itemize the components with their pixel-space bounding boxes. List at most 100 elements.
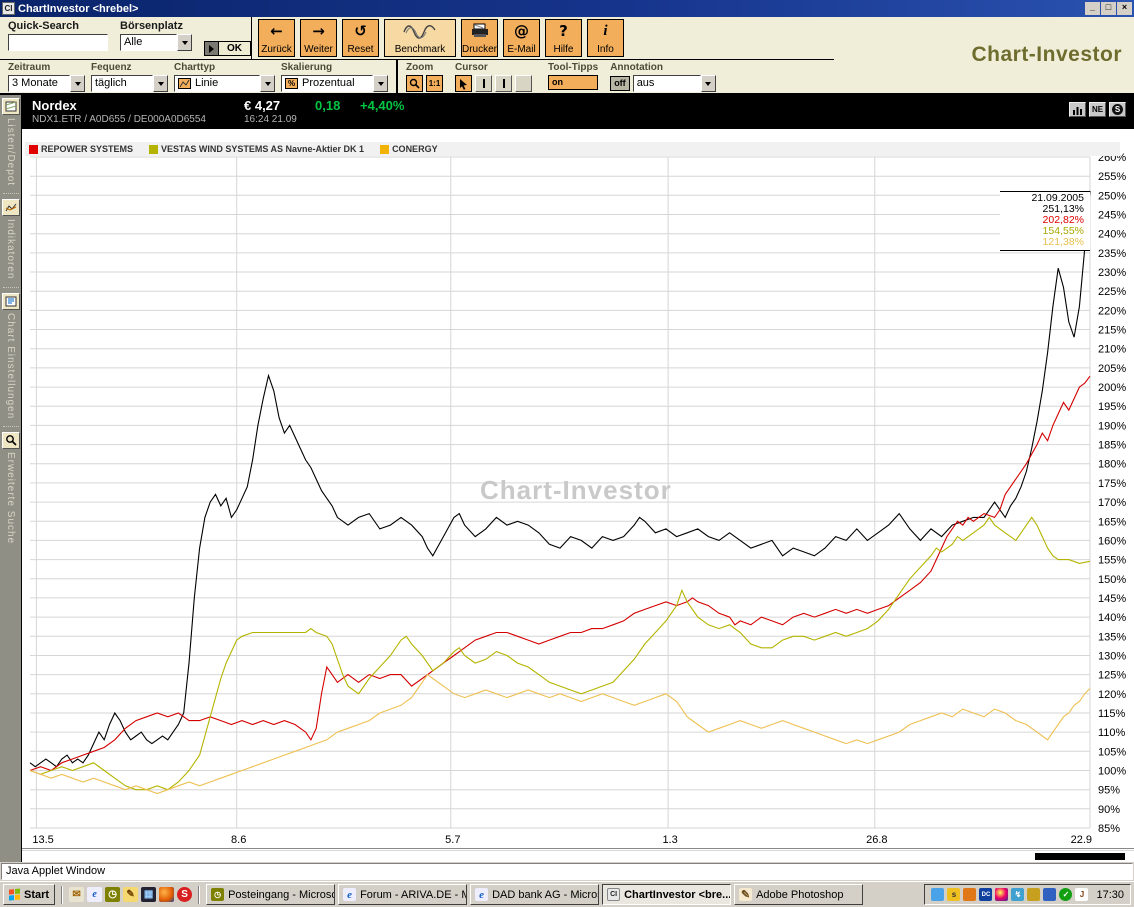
start-button[interactable]: Start <box>3 884 56 905</box>
outlook-icon[interactable]: ✉ <box>69 887 85 902</box>
svg-text:150%: 150% <box>1098 574 1126 586</box>
benchmark-button[interactable]: Benchmark <box>384 19 456 57</box>
sidebar-item-listen-depot[interactable]: Listen/Depot <box>1 98 20 190</box>
sync-icon[interactable]: ↯ <box>1011 888 1025 901</box>
play-icon[interactable] <box>204 41 219 56</box>
sidebar-item-chart-einstellungen[interactable]: Chart Einstellungen <box>1 292 20 423</box>
chevron-down-icon[interactable] <box>177 34 192 51</box>
messenger-icon[interactable]: S <box>177 887 193 902</box>
legend-swatch-orange <box>380 144 390 154</box>
bar-chart-icon[interactable] <box>1069 102 1086 117</box>
skalierung-select[interactable]: % Prozentual <box>281 75 388 92</box>
hand-icon[interactable] <box>963 888 977 901</box>
benchmark-icon <box>403 22 437 40</box>
cursor-blank-icon[interactable] <box>515 75 532 92</box>
java-icon[interactable]: J <box>1075 888 1089 901</box>
svg-text:250%: 250% <box>1098 190 1126 202</box>
chart-hscrollbar[interactable] <box>22 848 1134 862</box>
portfolio-icon[interactable] <box>1 98 20 115</box>
crosshair-v-icon[interactable] <box>475 75 492 92</box>
close-button[interactable]: × <box>1117 2 1132 15</box>
legend-item-vestas: VESTAS WIND SYSTEMS AS Navne-Aktier DK 1 <box>149 144 364 154</box>
orb-icon[interactable] <box>995 888 1009 901</box>
zoom-1-1-button[interactable]: 1:1 <box>426 75 443 92</box>
calculator-icon[interactable]: ▦ <box>141 887 157 902</box>
news-icon[interactable]: NE <box>1089 102 1106 117</box>
hilfe-button[interactable]: ? Hilfe <box>545 19 582 57</box>
legend-item-conergy: CONERGY <box>380 144 438 154</box>
lock-icon[interactable] <box>1027 888 1041 901</box>
taskbar-task-posteingang[interactable]: ◷ Posteingang - Microsoft ... <box>206 884 336 905</box>
svg-text:155%: 155% <box>1098 555 1126 567</box>
watermark: Chart-Investor <box>480 475 672 505</box>
svg-text:22.9: 22.9 <box>1071 834 1092 846</box>
sidebar-item-erweiterte-suche[interactable]: Erweiterte Suche <box>1 431 20 548</box>
chevron-down-icon[interactable] <box>153 75 168 92</box>
boersenplatz-select[interactable]: Alle <box>120 34 192 51</box>
lightning-icon[interactable]: s <box>947 888 961 901</box>
chevron-down-icon[interactable] <box>373 75 388 92</box>
svg-text:205%: 205% <box>1098 363 1126 375</box>
sidebar-item-indikatoren[interactable]: Indikatoren <box>1 199 20 283</box>
svg-text:170%: 170% <box>1098 497 1126 509</box>
divider <box>198 885 201 904</box>
crosshair-v2-icon[interactable] <box>495 75 512 92</box>
reset-button[interactable]: ↺ Reset <box>342 19 379 57</box>
ie-icon[interactable]: e <box>87 887 103 902</box>
annotation-toggle[interactable]: off <box>610 76 630 91</box>
chevron-down-icon[interactable] <box>700 75 716 92</box>
tooltip-value-conergy: 121,38% <box>1042 236 1084 248</box>
chart-settings-icon[interactable] <box>1 292 20 310</box>
charttyp-select[interactable]: Linie <box>174 75 275 92</box>
zurueck-button[interactable]: ← Zurück <box>258 19 295 57</box>
taskbar-task-photoshop[interactable]: ✎ Adobe Photoshop <box>734 884 864 905</box>
weiter-button[interactable]: → Weiter <box>300 19 337 57</box>
zeitraum-select[interactable]: 3 Monate <box>8 75 85 92</box>
tooltipps-label: Tool-Tipps <box>548 62 599 73</box>
msn-icon[interactable] <box>931 888 945 901</box>
schedule-icon[interactable]: ◷ <box>105 887 121 902</box>
email-button[interactable]: @ E-Mail <box>503 19 540 57</box>
frequenz-select[interactable]: täglich <box>91 75 168 92</box>
minimize-button[interactable]: _ <box>1085 2 1100 15</box>
chart-panel[interactable]: 85% 90% 95% 100% 105% 110% 115% 120% 125% 130% 135… <box>22 129 1134 862</box>
divider <box>2 425 19 427</box>
magnifier-icon[interactable] <box>406 75 423 92</box>
quick-search-input[interactable] <box>8 34 108 51</box>
taskbar-task-chartinvestor[interactable]: CI ChartInvestor <bre... <box>602 884 732 905</box>
taskbar: Start ✉ e ◷ ✎ ▦ S ◷ Posteingang - Micros… <box>0 881 1134 907</box>
info-button[interactable]: i Info <box>587 19 624 57</box>
ok-button[interactable]: OK <box>219 41 251 56</box>
svg-text:130%: 130% <box>1098 651 1126 663</box>
instrument-identifiers: NDX1.ETR / A0D655 / DE000A0D6554 <box>32 114 206 125</box>
chevron-down-icon[interactable] <box>70 75 85 92</box>
tooltipps-toggle[interactable]: on <box>548 75 599 90</box>
cursor-arrow-icon[interactable] <box>455 75 472 92</box>
advanced-search-icon[interactable] <box>1 431 20 449</box>
skalierung-label: Skalierung <box>281 62 333 73</box>
drucker-button[interactable]: Drucker <box>461 19 498 57</box>
indicators-icon[interactable] <box>1 199 20 217</box>
firefox-icon[interactable] <box>159 887 175 902</box>
user-icon[interactable] <box>1043 888 1057 901</box>
app-icon: CI <box>2 2 15 15</box>
pen-icon[interactable]: ✎ <box>123 887 139 902</box>
shield-check-icon[interactable]: ✓ <box>1059 888 1073 901</box>
status-bar: Java Applet Window <box>0 862 1134 881</box>
settings-icon[interactable]: S <box>1109 102 1126 117</box>
svg-text:115%: 115% <box>1098 708 1126 720</box>
outlook-task-icon: ◷ <box>211 888 225 901</box>
annotation-select[interactable]: aus <box>632 75 716 92</box>
scrollbar-thumb[interactable] <box>1035 853 1125 860</box>
taskbar-task-dad-bank[interactable]: e DAD bank AG - Microsof... <box>470 884 600 905</box>
svg-text:145%: 145% <box>1098 593 1126 605</box>
chevron-down-icon[interactable] <box>260 75 275 92</box>
svg-text:230%: 230% <box>1098 267 1126 279</box>
taskbar-task-forum-ariva[interactable]: e Forum - ARIVA.DE - Mic ... <box>338 884 468 905</box>
svg-text:185%: 185% <box>1098 440 1126 452</box>
dc-icon[interactable]: DC <box>979 888 993 901</box>
line-chart-icon <box>178 78 191 89</box>
restore-button[interactable]: □ <box>1101 2 1116 15</box>
svg-text:26.8: 26.8 <box>866 834 887 846</box>
boersenplatz-value: Alle <box>120 34 177 51</box>
